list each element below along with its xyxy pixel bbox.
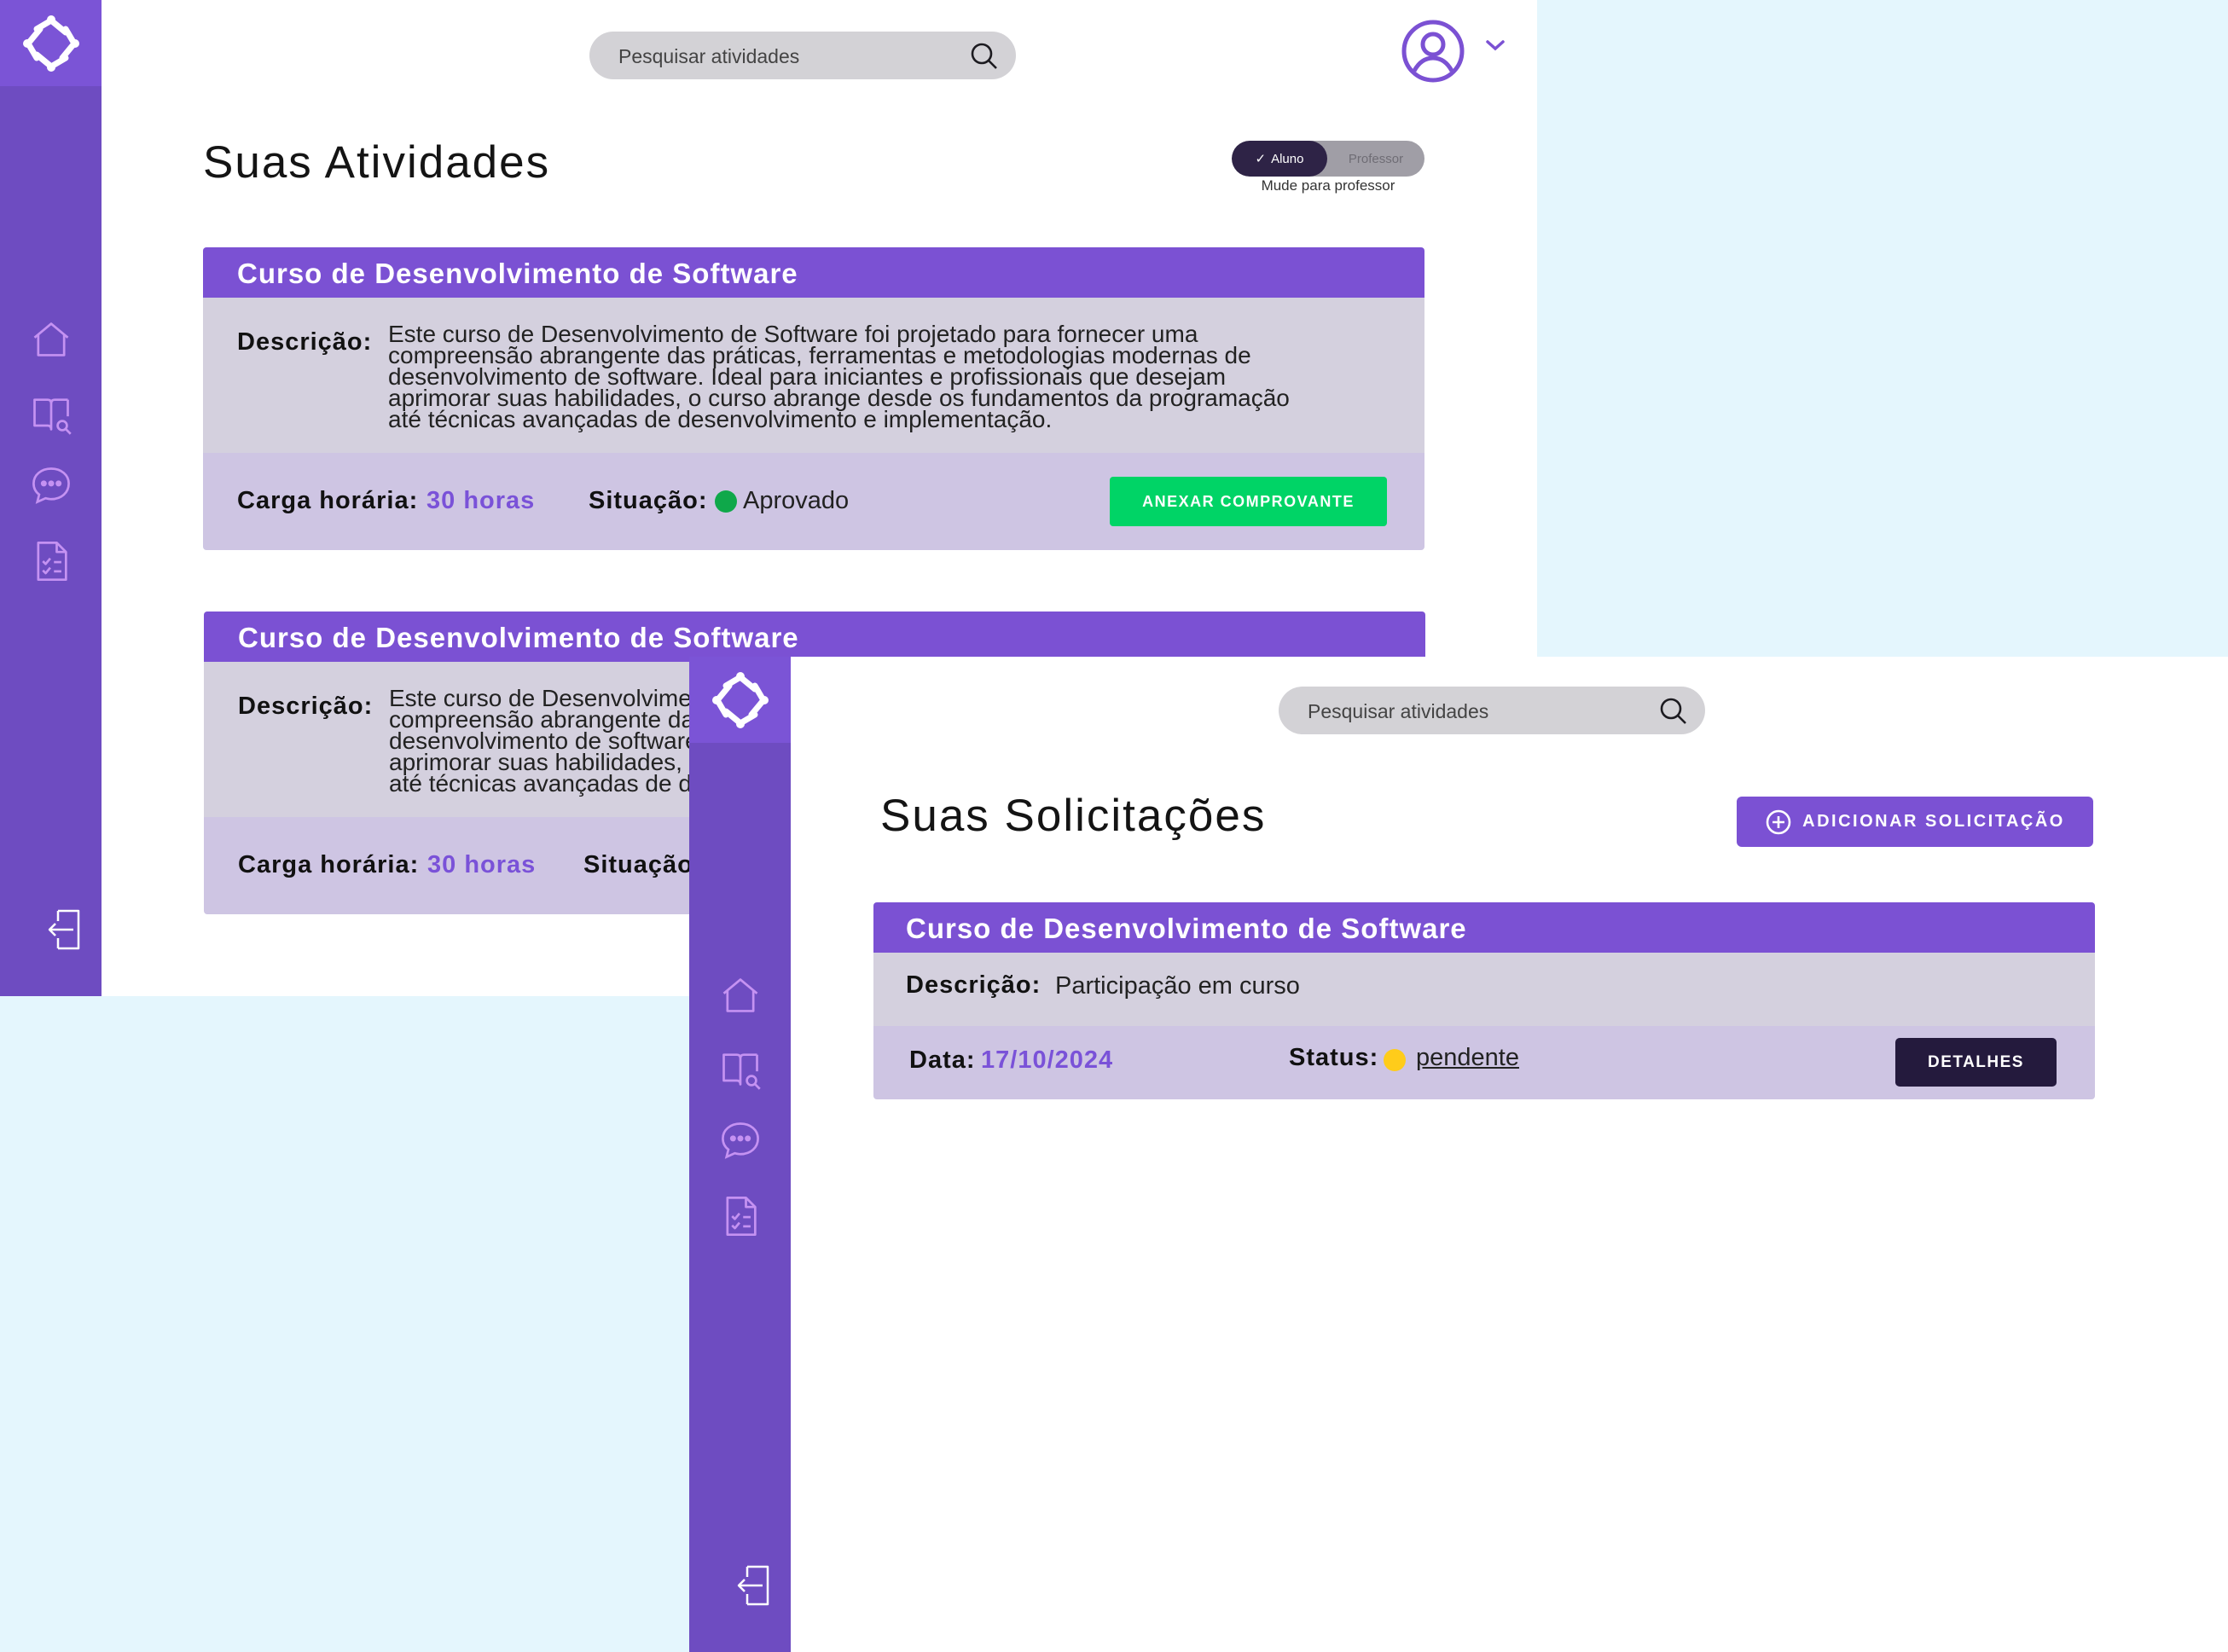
search-input[interactable] <box>617 32 944 81</box>
role-option-aluno-label: Aluno <box>1271 151 1304 166</box>
sidebar <box>689 657 791 1652</box>
chat-icon[interactable] <box>29 463 73 507</box>
role-option-aluno[interactable]: ✓ Aluno <box>1232 141 1327 177</box>
workload-value: 30 horas <box>426 487 536 514</box>
description-label: Descrição: <box>237 328 373 356</box>
checklist-document-icon[interactable] <box>718 1194 763 1238</box>
description-label: Descrição: <box>906 971 1041 999</box>
page-title: Suas Solicitações <box>880 791 1267 841</box>
date-value: 17/10/2024 <box>981 1046 1114 1074</box>
add-request-label: ADICIONAR SOLICITAÇÃO <box>1802 812 2065 831</box>
card-description: Descrição: Este curso de Desenvolvimento… <box>203 298 1424 453</box>
status-label: Situação: <box>583 851 703 878</box>
search-bar <box>589 32 1016 81</box>
requests-screen: Suas Solicitações ADICIONAR SOLICITAÇÃO … <box>689 657 2228 1652</box>
card-title: Curso de Desenvolvimento de Software <box>873 902 2095 953</box>
activity-card: Curso de Desenvolvimento de Software Des… <box>203 247 1424 550</box>
details-button[interactable]: DETALHES <box>1895 1038 2057 1087</box>
card-footer: Data: 17/10/2024 Status: pendente DETALH… <box>873 1026 2095 1099</box>
search-icon[interactable] <box>1659 697 1688 726</box>
app-logo[interactable] <box>0 0 102 86</box>
home-icon[interactable] <box>718 973 763 1017</box>
search-input[interactable] <box>1306 687 1633 736</box>
workload-label: Carga horária: <box>237 487 419 514</box>
card-title: Curso de Desenvolvimento de Software <box>204 612 1425 662</box>
chevron-down-icon[interactable] <box>1484 38 1506 53</box>
card-title: Curso de Desenvolvimento de Software <box>203 247 1424 298</box>
description-line: até técnicas avançadas de desenvolviment… <box>388 406 1053 432</box>
search-bar <box>1279 687 1705 736</box>
user-avatar-icon[interactable] <box>1401 19 1465 84</box>
role-option-professor[interactable]: Professor <box>1327 141 1424 177</box>
page-title: Suas Atividades <box>203 137 551 188</box>
check-icon: ✓ <box>1255 152 1267 166</box>
status-dot <box>715 490 737 513</box>
home-icon[interactable] <box>29 317 73 362</box>
book-search-icon[interactable] <box>718 1047 763 1092</box>
status-value[interactable]: pendente <box>1416 1044 1519 1072</box>
description-text: Participação em curso <box>1055 972 1300 1000</box>
sidebar <box>0 0 102 996</box>
workload-value: 30 horas <box>427 851 537 878</box>
checklist-document-icon[interactable] <box>29 539 73 583</box>
logo-icon <box>22 14 79 72</box>
description-text: Este curso de Desenvolvimento de Softwar… <box>388 322 1412 432</box>
book-search-icon[interactable] <box>29 392 73 437</box>
plus-circle-icon <box>1766 809 1791 834</box>
logo-icon <box>711 671 769 728</box>
role-toggle[interactable]: ✓ Aluno Professor <box>1232 141 1424 177</box>
workload-label: Carga horária: <box>238 851 420 878</box>
status-label: Status: <box>1289 1044 1379 1071</box>
status-dot <box>1384 1049 1406 1071</box>
logout-icon[interactable] <box>734 1563 771 1608</box>
card-footer: Carga horária: 30 horas Situação: Aprova… <box>203 453 1424 550</box>
request-card: Curso de Desenvolvimento de Software Des… <box>873 902 2095 1099</box>
app-logo[interactable] <box>689 657 791 743</box>
description-label: Descrição: <box>238 693 374 720</box>
status-value: Aprovado <box>743 487 850 514</box>
attach-proof-button[interactable]: ANEXAR COMPROVANTE <box>1110 477 1387 526</box>
search-icon[interactable] <box>970 42 999 71</box>
toggle-caption: Mude para professor <box>1261 177 1395 194</box>
chat-icon[interactable] <box>718 1118 763 1162</box>
logout-icon[interactable] <box>44 907 82 952</box>
date-label: Data: <box>909 1046 976 1074</box>
add-request-button[interactable]: ADICIONAR SOLICITAÇÃO <box>1737 797 2093 847</box>
card-description: Descrição: Participação em curso <box>873 953 2095 1026</box>
status-label: Situação: <box>589 487 708 514</box>
